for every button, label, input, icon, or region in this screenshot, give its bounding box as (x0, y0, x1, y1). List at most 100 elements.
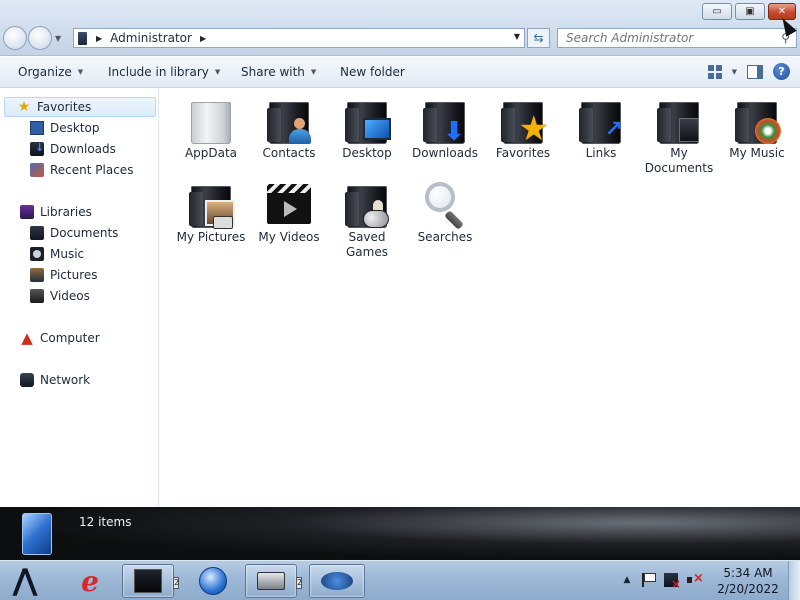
nav-desktop[interactable]: Desktop (30, 118, 100, 138)
network-disconnected-icon[interactable] (664, 573, 681, 591)
recent-places-icon (30, 163, 44, 177)
clock-time: 5:34 AM (723, 566, 773, 580)
folder-desktop[interactable]: Desktop (329, 96, 405, 161)
nav-favorites-label: Favorites (37, 100, 92, 114)
drive-icon (257, 572, 285, 590)
folder-favorites[interactable]: ★ Favorites (485, 96, 561, 161)
action-center-flag-icon[interactable] (642, 573, 656, 587)
preview-pane-icon[interactable] (747, 64, 763, 79)
user-folder-icon (22, 513, 52, 555)
start-button[interactable]: ⋀ (5, 565, 45, 597)
folder-my-videos[interactable]: My Videos (251, 180, 327, 245)
links-folder-icon: ↗ (577, 96, 625, 144)
videos-icon (30, 289, 44, 303)
folder-links[interactable]: ↗ Links (563, 96, 639, 161)
item-label: My Documents (644, 146, 714, 175)
nav-computer[interactable]: ▲ Computer (20, 328, 99, 348)
help-icon[interactable]: ? (773, 63, 790, 80)
videos-folder-icon (265, 180, 313, 228)
nav-videos[interactable]: Videos (30, 286, 90, 306)
breadcrumb-administrator[interactable]: Administrator (110, 31, 192, 45)
nav-network-label: Network (40, 373, 91, 387)
explorer-taskbar-button[interactable]: 2 (122, 564, 179, 598)
nav-downloads[interactable]: Downloads (30, 139, 116, 159)
drive-taskbar-button[interactable]: 2 (245, 564, 302, 598)
nav-item-label: Documents (50, 226, 119, 240)
breadcrumb-arrow-icon[interactable]: ▶ (96, 34, 102, 43)
folder-my-music[interactable]: My Music (719, 96, 795, 161)
nav-pictures[interactable]: Pictures (30, 265, 98, 285)
taskbar: ⋀ e 2 2 ▲ 5:34 AM 2/20/2022 (0, 560, 800, 600)
organize-label: Organize (18, 65, 72, 79)
nav-recent-places[interactable]: Recent Places (30, 160, 133, 180)
include-in-library-label: Include in library (108, 65, 209, 79)
chevron-down-icon[interactable]: ▼ (732, 68, 737, 76)
address-bar[interactable]: ▶ Administrator ▶ ▼ (73, 28, 525, 48)
item-count: 12 items (79, 515, 132, 529)
documents-folder-icon (655, 96, 703, 144)
file-list: AppData Contacts Desktop ⬇ Downloads ★ F… (160, 89, 800, 507)
volume-muted-icon[interactable] (686, 571, 704, 587)
clock[interactable]: 5:34 AM 2/20/2022 (713, 565, 783, 597)
refresh-button[interactable]: ⇆ (527, 28, 550, 48)
breadcrumb-arrow-icon[interactable]: ▶ (200, 34, 206, 43)
include-in-library-button[interactable]: Include in library ▼ (108, 65, 220, 79)
downloads-icon (30, 141, 44, 156)
search-input[interactable] (566, 31, 766, 45)
searches-icon (421, 180, 469, 230)
item-label: My Videos (258, 230, 320, 244)
title-address-bar: ▭ ▣ ✕ ▼ ▶ Administrator ▶ ▼ ⇆ ⚲ (0, 0, 800, 56)
nav-music[interactable]: Music (30, 244, 84, 264)
show-desktop-button[interactable] (788, 561, 800, 600)
share-with-button[interactable]: Share with ▼ (241, 65, 316, 79)
window-count-badge: 2 (296, 577, 303, 589)
recent-pages-dropdown-icon[interactable]: ▼ (55, 34, 61, 43)
forward-button[interactable] (28, 26, 52, 50)
nav-favorites[interactable]: ★ Favorites (4, 97, 156, 117)
view-controls: ▼ ? (707, 63, 790, 80)
nav-documents[interactable]: Documents (30, 223, 118, 243)
folder-downloads[interactable]: ⬇ Downloads (407, 96, 483, 161)
folder-my-documents[interactable]: My Documents (641, 96, 717, 176)
back-button[interactable] (3, 26, 27, 50)
item-label: Downloads (412, 146, 478, 160)
network-globe-icon (321, 572, 353, 590)
games-folder-icon (343, 180, 391, 228)
address-dropdown-icon[interactable]: ▼ (514, 32, 520, 41)
music-icon (30, 247, 44, 261)
nav-libraries[interactable]: Libraries (20, 202, 92, 222)
maximize-button[interactable]: ▣ (735, 3, 765, 20)
item-label: AppData (184, 146, 238, 160)
nav-item-label: Pictures (50, 268, 98, 282)
navigation-pane: ★ Favorites Desktop Downloads Recent Pla… (0, 89, 159, 507)
folder-saved-games[interactable]: Saved Games (329, 180, 405, 260)
nav-network[interactable]: Network (20, 370, 90, 390)
network-taskbar-button[interactable] (309, 564, 365, 598)
folder-appdata[interactable]: AppData (173, 96, 249, 161)
favorites-star-icon: ★ (17, 99, 31, 115)
new-folder-button[interactable]: New folder (340, 65, 405, 79)
nav-item-label: Desktop (50, 121, 100, 135)
clock-date: 2/20/2022 (717, 582, 779, 596)
chevron-down-icon: ▼ (310, 68, 317, 76)
share-with-label: Share with (241, 65, 305, 79)
downloads-folder-icon: ⬇ (421, 96, 469, 145)
folder-my-pictures[interactable]: My Pictures (173, 180, 249, 245)
folder-contacts[interactable]: Contacts (251, 96, 327, 161)
system-tray: ▲ (620, 571, 704, 591)
item-label: Saved Games (346, 230, 388, 259)
network-icon (20, 373, 34, 387)
organize-button[interactable]: Organize ▼ (18, 65, 83, 79)
folder-searches[interactable]: Searches (407, 180, 483, 245)
chevron-down-icon: ▼ (77, 68, 84, 76)
minimize-button[interactable]: ▭ (702, 3, 732, 20)
nav-item-label: Recent Places (50, 163, 134, 177)
nav-item-label: Videos (50, 289, 90, 303)
change-view-icon[interactable] (707, 64, 722, 79)
internet-explorer-icon[interactable]: e (73, 564, 107, 598)
show-hidden-icons-icon[interactable]: ▲ (620, 573, 634, 587)
media-player-taskbar-button[interactable] (193, 564, 233, 598)
computer-icon (78, 31, 87, 45)
search-box[interactable]: ⚲ (557, 28, 797, 48)
nav-item-label: Music (50, 247, 85, 261)
